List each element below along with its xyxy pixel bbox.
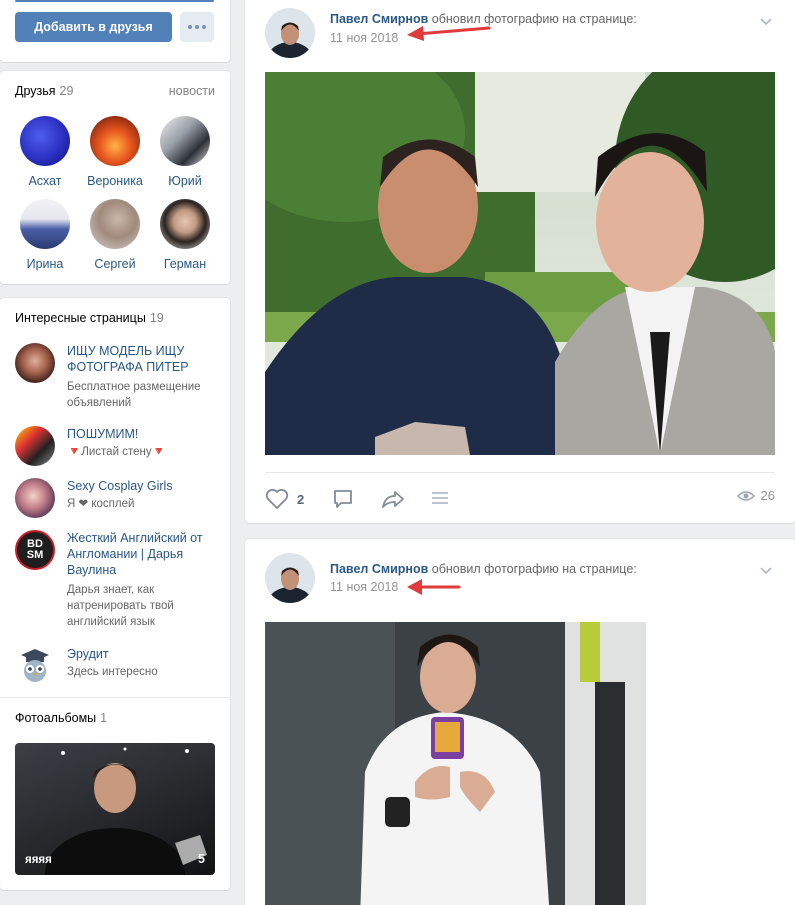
page-item[interactable]: ПОШУМИМ! 🔻Листай стену🔻: [15, 426, 225, 468]
page-title[interactable]: Эрудит: [67, 646, 217, 662]
page-item[interactable]: Sexy Cosplay Girls Я ❤ косплей: [15, 478, 225, 520]
bdsm-logo: BD SM: [15, 530, 55, 570]
albums-header[interactable]: Фотоальбомы 1: [15, 711, 107, 725]
page-desc: Здесь интересно: [67, 666, 158, 678]
more-icon: [188, 25, 192, 29]
avatar: [90, 199, 140, 249]
page-item[interactable]: BD SM Жесткий Английский от Англомании |…: [15, 530, 225, 628]
page-title[interactable]: Жесткий Английский от Англомании | Дарья…: [67, 530, 217, 578]
author-avatar[interactable]: [265, 8, 315, 58]
post-date[interactable]: 11 ноя 2018: [330, 580, 398, 594]
share-button[interactable]: [381, 488, 405, 510]
friend-name: Ирина: [26, 257, 64, 271]
friends-news-link[interactable]: новости: [169, 84, 215, 98]
comment-icon: [334, 490, 352, 508]
post-actions: 2 26: [265, 472, 775, 524]
page-desc: 🔻Листай стену🔻: [67, 446, 166, 458]
friends-header[interactable]: Друзья 29: [15, 84, 73, 98]
profile-actions-card: Добавить в друзья: [0, 0, 230, 62]
friend-name: Юрий: [168, 174, 202, 188]
chevron-down-icon[interactable]: [759, 563, 773, 577]
interesting-pages-block: Интересные страницы 19 ИЩУ МОДЕЛЬ ИЩУ ФОТ…: [0, 298, 230, 890]
views-icon: [736, 490, 755, 501]
divider: [0, 697, 230, 698]
page-item[interactable]: Эрудит Здесь интересно: [15, 646, 225, 686]
friend-item[interactable]: Асхат: [10, 116, 80, 188]
author-avatar[interactable]: [265, 553, 315, 603]
menu-button[interactable]: [430, 488, 450, 508]
pages-count: 19: [149, 311, 164, 325]
comment-button[interactable]: [332, 488, 354, 510]
avatar: [20, 116, 70, 166]
friend-item[interactable]: Вероника: [80, 116, 150, 188]
share-icon: [382, 491, 404, 508]
post-date[interactable]: 11 ноя 2018: [330, 31, 398, 45]
friends-title: Друзья: [15, 84, 56, 98]
friend-name: Герман: [163, 257, 207, 271]
page-title[interactable]: ПОШУМИМ!: [67, 426, 217, 442]
albums-count: 1: [100, 711, 108, 725]
annotation-arrow: [407, 579, 461, 595]
pages-header[interactable]: Интересные страницы 19: [15, 311, 164, 325]
post-photo[interactable]: [265, 622, 646, 905]
friend-item[interactable]: Герман: [150, 199, 220, 271]
owl-icon: [15, 646, 55, 686]
page-title[interactable]: Sexy Cosplay Girls: [67, 478, 217, 494]
logo-text: SM: [26, 549, 44, 561]
avatar: [20, 199, 70, 249]
page-desc: Бесплатное размещение объявлений: [67, 381, 201, 409]
post-photo[interactable]: [265, 72, 775, 455]
albums-title: Фотоальбомы: [15, 711, 97, 725]
menu-icon: [432, 492, 448, 504]
album-name: яяяя: [25, 854, 52, 866]
friends-block: Друзья 29 новости Асхат Вероника Юрий Ири…: [0, 71, 230, 284]
friend-name: Асхат: [28, 174, 62, 188]
page-item[interactable]: ИЩУ МОДЕЛЬ ИЩУ ФОТОГРАФА ПИТЕР Бесплатно…: [15, 343, 225, 415]
avatar: [90, 116, 140, 166]
post-header: Павел Смирнов обновил фотографию на стра…: [330, 562, 637, 576]
wall-post: Павел Смирнов обновил фотографию на стра…: [245, 0, 795, 523]
avatar: [15, 478, 55, 518]
friends-count: 29: [59, 84, 74, 98]
friend-item[interactable]: Юрий: [150, 116, 220, 188]
chevron-down-icon[interactable]: [759, 14, 773, 28]
avatar: [160, 199, 210, 249]
friend-item[interactable]: Ирина: [10, 199, 80, 271]
like-button[interactable]: 2: [265, 488, 304, 510]
friend-item[interactable]: Сергей: [80, 199, 150, 271]
album-count: 5: [198, 852, 205, 866]
avatar: [15, 426, 55, 466]
like-icon: [265, 488, 289, 509]
more-actions-button[interactable]: [180, 12, 214, 42]
album-thumbnail[interactable]: яяяя 5: [15, 743, 215, 875]
add-friend-button[interactable]: Добавить в друзья: [15, 12, 172, 42]
page-desc: Дарья знает, как натренировать твой англ…: [67, 584, 174, 628]
post-action: обновил фотографию на странице:: [431, 562, 637, 576]
views-counter: 26: [736, 488, 775, 503]
like-count: 2: [297, 491, 305, 507]
avatar: [15, 343, 55, 383]
page-desc: Я ❤ косплей: [67, 498, 135, 510]
card-top-edge: [15, 0, 214, 2]
annotation-arrow: [407, 26, 491, 41]
friend-name: Сергей: [94, 257, 136, 271]
views-count: 26: [760, 488, 775, 503]
wall-post: Павел Смирнов обновил фотографию на стра…: [245, 539, 795, 905]
pages-title: Интересные страницы: [15, 311, 146, 325]
friend-name: Вероника: [87, 174, 143, 188]
avatar: [160, 116, 210, 166]
post-author[interactable]: Павел Смирнов: [330, 562, 428, 576]
page-title[interactable]: ИЩУ МОДЕЛЬ ИЩУ ФОТОГРАФА ПИТЕР: [67, 343, 217, 375]
